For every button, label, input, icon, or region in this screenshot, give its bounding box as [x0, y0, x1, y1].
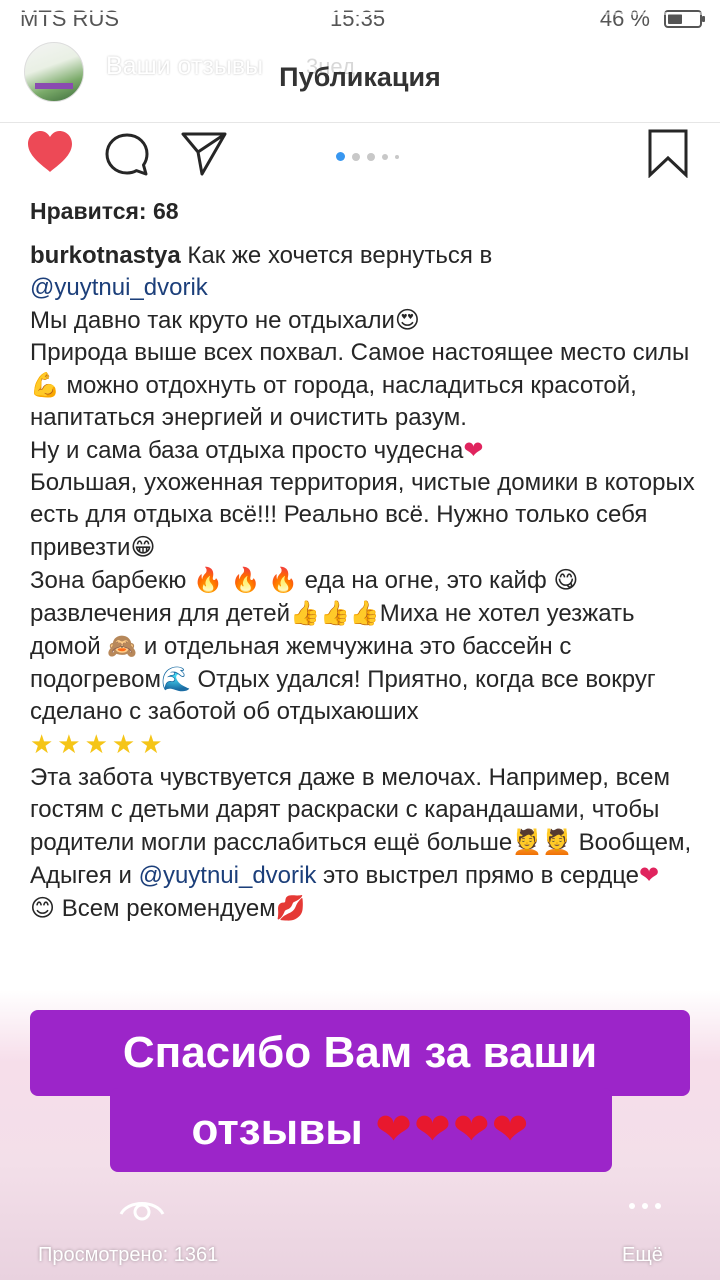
views-count[interactable]: Просмотрено: 1361	[38, 1244, 218, 1267]
like-heart-icon[interactable]	[26, 130, 74, 174]
caption-text: можно отдохнуть от города, насладиться к…	[30, 372, 637, 431]
page-title: Публикация	[279, 62, 441, 92]
caption-text: Природа выше всех похвал. Самое настояще…	[30, 339, 690, 366]
banner-text: Спасибо Вам за ваши	[122, 1028, 598, 1077]
battery-percent: 46 %	[599, 6, 650, 31]
caption-text: Всем рекомендуем	[55, 895, 276, 922]
viewers-eye-icon[interactable]	[118, 1188, 166, 1224]
fire-emoji: 🔥 🔥 🔥	[193, 566, 298, 594]
heart-emoji: ❤	[639, 861, 660, 889]
mention-link[interactable]: @yuytnui_dvorik	[30, 274, 208, 301]
share-send-icon[interactable]	[180, 130, 228, 176]
muscle-emoji: 💪	[30, 371, 60, 399]
more-label[interactable]: Ещё	[622, 1244, 663, 1267]
yum-emoji: 😋	[553, 566, 579, 594]
post-actions	[0, 124, 720, 184]
pool-emoji: 🌊	[160, 665, 191, 693]
carrier-label: MTS RUS	[20, 6, 119, 31]
stars-emoji: ★★★★★	[30, 729, 167, 759]
carousel-dots	[336, 148, 406, 162]
more-dots-icon[interactable]	[628, 1202, 662, 1210]
divider	[0, 122, 720, 123]
caption-text: Зона барбекю	[30, 567, 187, 594]
thanks-banner-line-2: отзывы ❤❤❤❤	[110, 1088, 612, 1172]
clock: 15:35	[330, 6, 386, 31]
caption-text: развлечения для детей	[30, 600, 291, 627]
caption-text: Мы давно так круто не отдыхали	[30, 307, 395, 334]
caption-text: это выстрел прямо в сердце	[316, 862, 640, 889]
smile-emoji: 😊	[30, 894, 56, 922]
heart-eyes-emoji: 😍	[394, 306, 420, 334]
heart-emoji: ❤	[463, 436, 484, 464]
banner-text: отзывы	[191, 1105, 363, 1154]
comment-icon[interactable]	[104, 132, 150, 178]
caption-text: Как же хочется вернуться в	[187, 242, 493, 269]
story-progress-bar	[12, 12, 708, 15]
caption-text: Ну и сама база отдыха просто чудесна	[30, 437, 464, 464]
thanks-banner-line-1: Спасибо Вам за ваши	[30, 1010, 690, 1096]
hearts-emoji: ❤❤❤❤	[375, 1104, 531, 1155]
author-username[interactable]: burkotnastya	[30, 242, 181, 269]
likes-count[interactable]: Нравится: 68	[30, 198, 179, 225]
bookmark-icon[interactable]	[646, 128, 690, 178]
caption-text: еда на огне, это кайф	[297, 567, 554, 594]
status-bar: MTS RUS 15:35 46 %	[0, 0, 720, 40]
mention-link[interactable]: @yuytnui_dvorik	[139, 862, 317, 889]
thumbs-up-emoji: 👍👍👍	[290, 599, 380, 627]
monkey-emoji: 🙈	[107, 632, 138, 660]
grin-emoji: 😁	[130, 533, 156, 561]
post-caption: burkotnastya Как же хочется вернуться в …	[30, 240, 700, 925]
spa-emoji: 💆💆	[512, 828, 572, 856]
kiss-emoji: 💋	[275, 894, 306, 922]
